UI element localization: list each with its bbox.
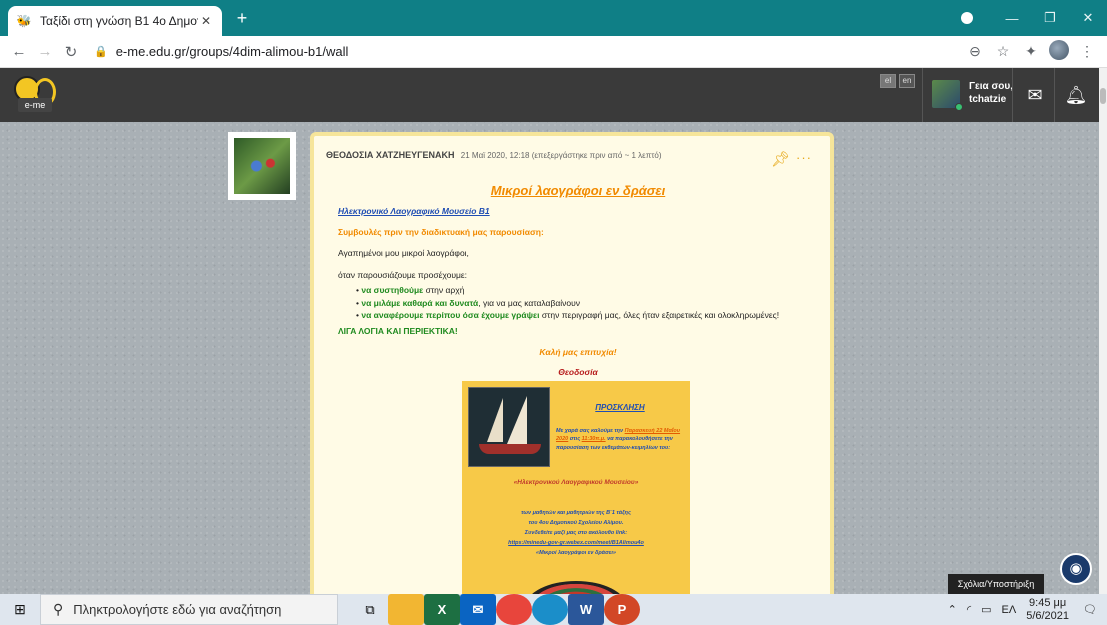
- post-header: ΘΕΟΔΟΣΙΑ ΧΑΤΖΗΕΥΓΕΝΑΚΗ 21 Μαϊ 2020, 12:1…: [326, 150, 662, 160]
- tab-title: Ταξίδι στη γνώση Β1 4ο Δημοτι: [40, 14, 198, 28]
- poster-avatar[interactable]: [228, 132, 296, 200]
- zoom-icon[interactable]: ⊖: [961, 43, 989, 60]
- mail-icon[interactable]: ✉: [460, 594, 496, 625]
- webex-link: https://minedu-gov-gr.webex.com/meet/B1A…: [508, 539, 644, 546]
- address-bar: ← → ↻ 🔒 e-me.edu.gr/groups/4dim-alimou-b…: [0, 36, 1107, 68]
- language-switcher: el en: [880, 74, 915, 88]
- bee-favicon-icon: 🐝: [16, 14, 32, 28]
- chrome-menu-icon[interactable]: ⋮: [1073, 43, 1101, 60]
- signature-text: Θεοδοσία: [558, 366, 598, 377]
- file-explorer-icon[interactable]: [388, 594, 424, 625]
- edge-icon[interactable]: [532, 594, 568, 625]
- forward-icon[interactable]: →: [32, 43, 58, 60]
- invitation-title: ΠΡΟΣΚΛΗΣΗ: [595, 403, 645, 412]
- messages-envelope-icon[interactable]: ✉: [1022, 82, 1048, 108]
- pin-icon[interactable]: 📌︎: [771, 150, 790, 168]
- intro-text: όταν παρουσιάζουμε προσέχουμε:: [338, 269, 468, 280]
- online-status-icon: [955, 103, 963, 111]
- advice-heading: Συμβουλές πριν την διαδικτυακή μας παρου…: [338, 227, 544, 238]
- decorative-plate-image: [526, 581, 626, 594]
- post-content: Μικροί λαογράφοι εν δράσει Ηλεκτρονικό Λ…: [338, 182, 818, 384]
- chrome-profile-icon[interactable]: [961, 12, 973, 24]
- short-note: ΛΙΓΑ ΛΟΓΙΑ ΚΑΙ ΠΕΡΙΕΚΤΙΚΑ!: [338, 325, 458, 336]
- profile-avatar-icon[interactable]: [1045, 40, 1073, 63]
- post-edited: (επεξεργάστηκε πριν από ~ 1 λεπτό): [531, 151, 662, 160]
- page-scrollbar[interactable]: [1099, 68, 1107, 594]
- notification-center-icon[interactable]: 🗨︎: [1083, 603, 1097, 616]
- list-item: • να αναφέρουμε περίπου όσα έχουμε γράψε…: [356, 310, 780, 321]
- wifi-icon[interactable]: ◜: [967, 603, 971, 616]
- museum-link[interactable]: Ηλεκτρονικό Λαογραφικό Μουσείο Β1: [338, 206, 818, 217]
- task-view-icon[interactable]: ⧉: [352, 594, 388, 625]
- word-icon[interactable]: W: [568, 594, 604, 625]
- new-tab-button[interactable]: +: [232, 8, 252, 28]
- eme-header: e-me el en Γεια σου, tchatzie ✉ 🔔︎: [0, 68, 1107, 122]
- support-eye-icon[interactable]: ◉: [1060, 553, 1092, 585]
- back-icon[interactable]: ←: [6, 43, 32, 60]
- support-tooltip: Σχόλια/Υποστήριξη: [948, 574, 1044, 594]
- battery-icon[interactable]: ▭: [981, 603, 991, 616]
- post-date: 21 Μαϊ 2020, 12:18: [460, 151, 530, 160]
- chrome-icon[interactable]: [496, 594, 532, 625]
- window-controls: — ❐ ✕: [961, 0, 1107, 36]
- wall-post: ΘΕΟΔΟΣΙΑ ΧΑΤΖΗΕΥΓΕΝΑΚΗ 21 Μαϊ 2020, 12:1…: [310, 132, 834, 594]
- list-item: • να συστηθούμε στην αρχή: [356, 285, 465, 296]
- lock-icon[interactable]: 🔒: [94, 45, 108, 58]
- user-greeting[interactable]: Γεια σου, tchatzie: [969, 80, 1013, 106]
- invitation-image[interactable]: ΠΡΟΣΚΛΗΣΗ Με χαρά σας καλούμε την Παρασκ…: [462, 381, 690, 594]
- taskbar-search-input[interactable]: ⚲ Πληκτρολογήστε εδώ για αναζήτηση: [40, 594, 338, 625]
- post-title: Μικροί λαογράφοι εν δράσει: [490, 183, 666, 198]
- post-author[interactable]: ΘΕΟΔΟΣΙΑ ΧΑΤΖΗΕΥΓΕΝΑΚΗ: [326, 150, 455, 160]
- eme-logo[interactable]: e-me: [14, 76, 60, 114]
- sailing-ship-image: [468, 387, 550, 467]
- advice-list: • να συστηθούμε στην αρχή • να μιλάμε κα…: [338, 285, 818, 321]
- invitation-body: των μαθητών και μαθητριών της Β΄1 τάξης …: [476, 509, 676, 558]
- taskbar-apps: ⧉ X ✉ W P: [352, 594, 640, 625]
- tab-close-icon[interactable]: ✕: [198, 14, 214, 28]
- extensions-icon[interactable]: ✦: [1017, 43, 1045, 60]
- invitation-museum: «Ηλεκτρονικού Λαογραφικού Μουσείου»: [513, 479, 639, 486]
- browser-titlebar: 🐝 Ταξίδι στη γνώση Β1 4ο Δημοτι ✕ + — ❐ …: [0, 0, 1107, 36]
- wall-page: ΘΕΟΔΟΣΙΑ ΧΑΤΖΗΕΥΓΕΝΑΚΗ 21 Μαϊ 2020, 12:1…: [0, 122, 1099, 594]
- more-options-icon[interactable]: ···: [796, 150, 812, 165]
- list-item: • να μιλάμε καθαρά και δυνατά, για να μα…: [356, 297, 581, 308]
- taskbar-clock[interactable]: 9:45 μμ 5/6/2021: [1026, 597, 1069, 623]
- browser-tab[interactable]: 🐝 Ταξίδι στη γνώση Β1 4ο Δημοτι ✕: [8, 6, 222, 36]
- system-tray: ⌃ ◜ ▭ ΕΛ 9:45 μμ 5/6/2021 🗨︎: [948, 594, 1107, 625]
- close-window-icon[interactable]: ✕: [1069, 10, 1107, 26]
- invitation-text: Με χαρά σας καλούμε την Παρασκευή 22 Μαΐ…: [556, 428, 681, 451]
- lang-el-button[interactable]: el: [880, 74, 896, 88]
- input-language[interactable]: ΕΛ: [1002, 604, 1017, 616]
- windows-start-icon[interactable]: ⊞: [0, 601, 40, 618]
- url-field[interactable]: 🔒 e-me.edu.gr/groups/4dim-alimou-b1/wall: [94, 44, 961, 59]
- tray-chevron-icon[interactable]: ⌃: [948, 603, 957, 616]
- notifications-bell-icon[interactable]: 🔔︎: [1063, 82, 1089, 108]
- greeting-text: Αγαπημένοι μου μικροί λαογράφοι,: [338, 248, 469, 259]
- windows-taskbar: ⊞ ⚲ Πληκτρολογήστε εδώ για αναζήτηση ⧉ X…: [0, 594, 1107, 625]
- reload-icon[interactable]: ↻: [58, 43, 84, 61]
- minimize-icon[interactable]: —: [993, 11, 1031, 26]
- search-icon: ⚲: [53, 601, 64, 617]
- url-text: e-me.edu.gr/groups/4dim-alimou-b1/wall: [115, 44, 349, 59]
- maximize-icon[interactable]: ❐: [1031, 10, 1069, 26]
- excel-icon[interactable]: X: [424, 594, 460, 625]
- good-luck-text: Καλή μας επιτυχία!: [539, 347, 617, 358]
- bookmark-star-icon[interactable]: ☆: [989, 43, 1017, 60]
- lang-en-button[interactable]: en: [899, 74, 915, 88]
- search-placeholder: Πληκτρολογήστε εδώ για αναζήτηση: [73, 602, 282, 617]
- user-avatar[interactable]: [932, 80, 963, 111]
- powerpoint-icon[interactable]: P: [604, 594, 640, 625]
